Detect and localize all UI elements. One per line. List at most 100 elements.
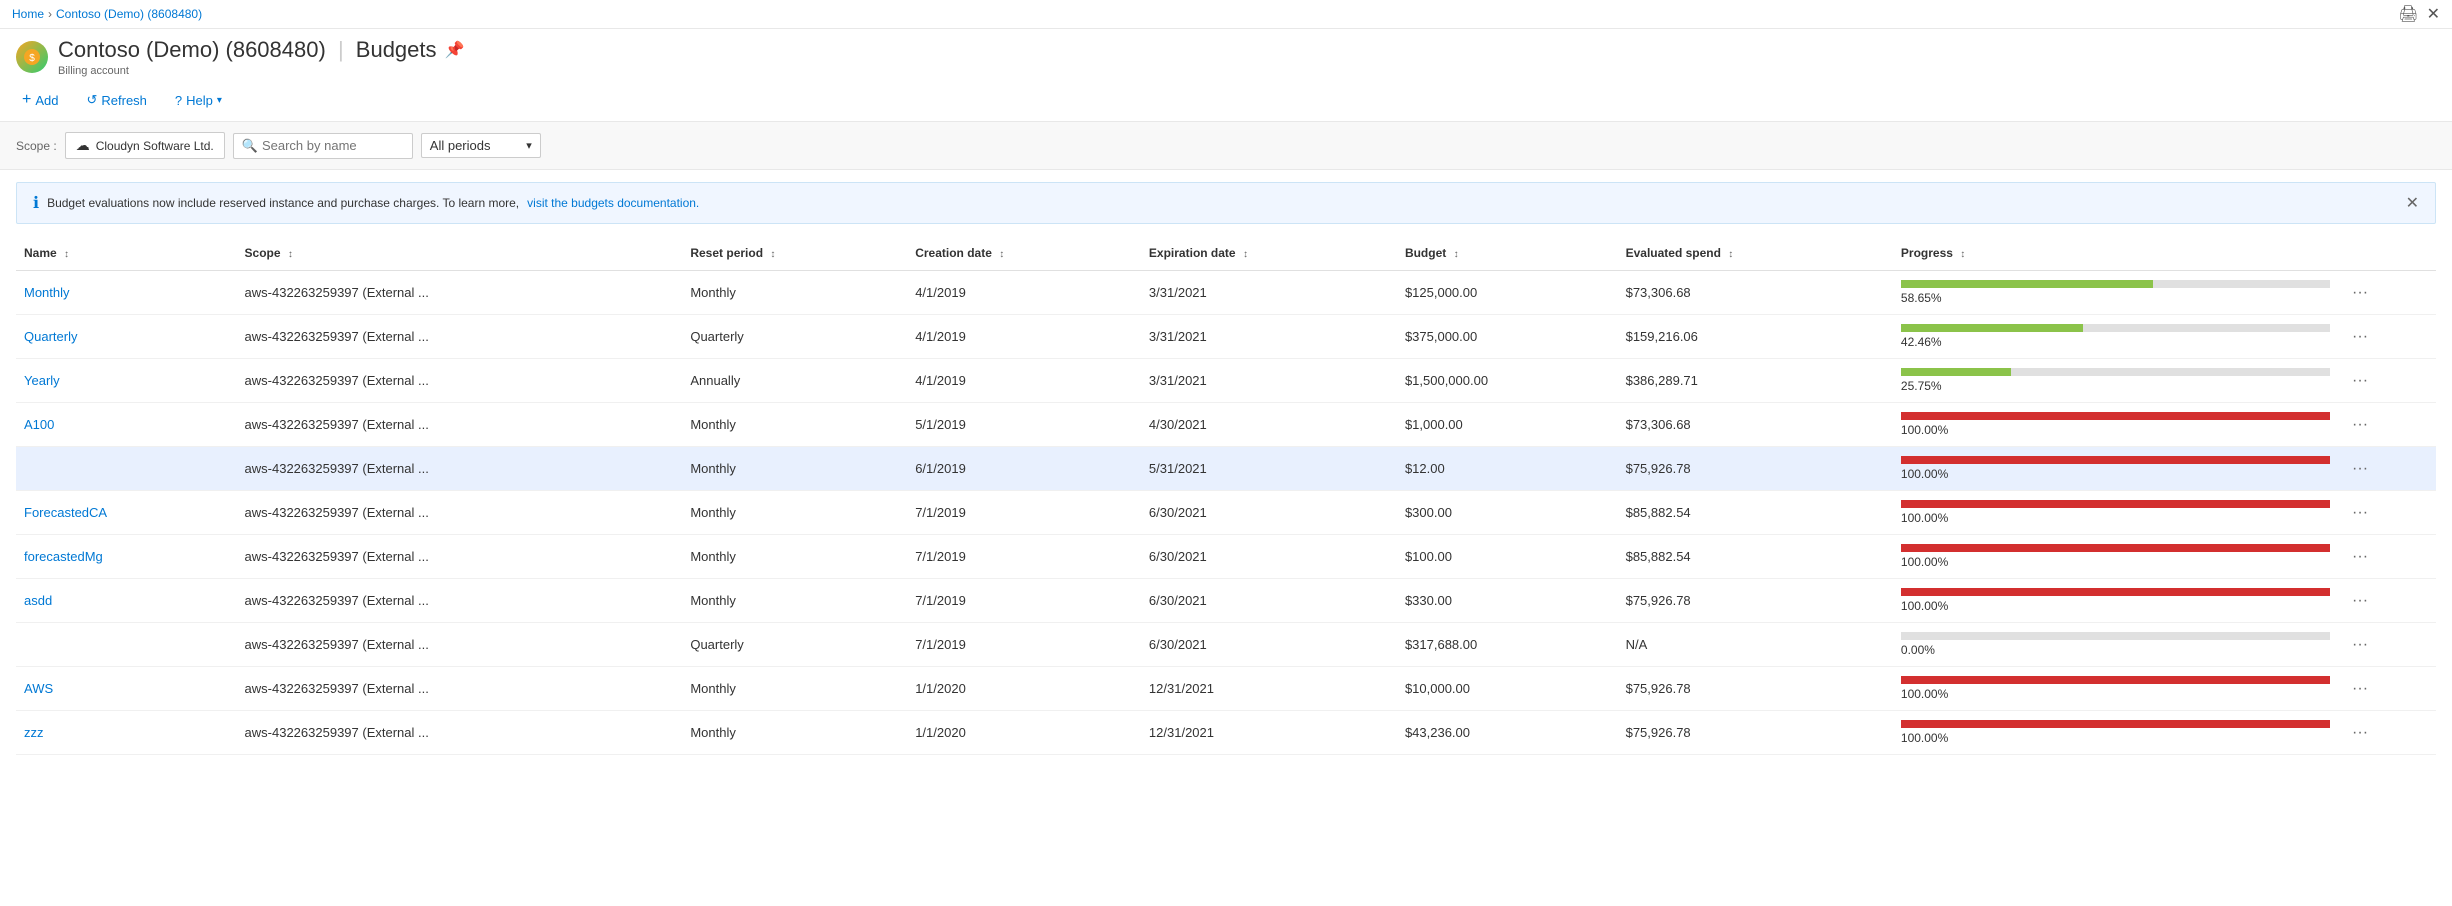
svg-text:$: $: [29, 53, 35, 64]
more-button[interactable]: ···: [2346, 282, 2374, 304]
more-button[interactable]: ···: [2346, 546, 2374, 568]
row-progress: 58.65%: [1893, 271, 2338, 315]
row-name[interactable]: A100: [16, 403, 237, 447]
breadcrumb-separator: ›: [48, 7, 52, 21]
row-creation-date: 1/1/2020: [907, 667, 1141, 711]
row-more-actions[interactable]: ···: [2338, 271, 2436, 315]
add-icon: +: [22, 91, 31, 109]
row-expiration-date: 6/30/2021: [1141, 491, 1397, 535]
info-message: Budget evaluations now include reserved …: [47, 196, 519, 210]
table-row[interactable]: zzz aws-432263259397 (External ... Month…: [16, 711, 2436, 755]
row-more-actions[interactable]: ···: [2338, 711, 2436, 755]
table-row[interactable]: A100 aws-432263259397 (External ... Mont…: [16, 403, 2436, 447]
row-evaluated-spend: $159,216.06: [1618, 315, 1893, 359]
more-button[interactable]: ···: [2346, 590, 2374, 612]
table-row[interactable]: Monthly aws-432263259397 (External ... M…: [16, 271, 2436, 315]
col-scope[interactable]: Scope ↕: [237, 236, 683, 271]
table-row[interactable]: AWS aws-432263259397 (External ... Month…: [16, 667, 2436, 711]
info-link[interactable]: visit the budgets documentation.: [527, 196, 699, 210]
col-evaluated-spend[interactable]: Evaluated spend ↕: [1618, 236, 1893, 271]
table-row[interactable]: Yearly aws-432263259397 (External ... An…: [16, 359, 2436, 403]
row-name: [16, 447, 237, 491]
row-more-actions[interactable]: ···: [2338, 315, 2436, 359]
row-reset-period: Monthly: [682, 403, 907, 447]
table-row[interactable]: aws-432263259397 (External ... Quarterly…: [16, 623, 2436, 667]
row-progress: 100.00%: [1893, 491, 2338, 535]
refresh-button[interactable]: ↺ Refresh: [80, 88, 152, 112]
more-button[interactable]: ···: [2346, 634, 2374, 656]
col-creation-date[interactable]: Creation date ↕: [907, 236, 1141, 271]
row-progress: 0.00%: [1893, 623, 2338, 667]
row-reset-period: Quarterly: [682, 315, 907, 359]
row-progress: 100.00%: [1893, 711, 2338, 755]
row-more-actions[interactable]: ···: [2338, 535, 2436, 579]
row-scope: aws-432263259397 (External ...: [237, 447, 683, 491]
col-progress[interactable]: Progress ↕: [1893, 236, 2338, 271]
table-row[interactable]: ForecastedCA aws-432263259397 (External …: [16, 491, 2436, 535]
row-more-actions[interactable]: ···: [2338, 359, 2436, 403]
row-expiration-date: 6/30/2021: [1141, 623, 1397, 667]
breadcrumb-home[interactable]: Home: [12, 7, 44, 21]
col-reset-period[interactable]: Reset period ↕: [682, 236, 907, 271]
row-name[interactable]: forecastedMg: [16, 535, 237, 579]
scope-value: Cloudyn Software Ltd.: [96, 139, 214, 153]
row-more-actions[interactable]: ···: [2338, 667, 2436, 711]
banner-close-button[interactable]: ✕: [2406, 193, 2419, 213]
row-evaluated-spend: $75,926.78: [1618, 667, 1893, 711]
row-name[interactable]: Yearly: [16, 359, 237, 403]
row-name[interactable]: ForecastedCA: [16, 491, 237, 535]
row-scope: aws-432263259397 (External ...: [237, 711, 683, 755]
add-button[interactable]: + Add: [16, 87, 64, 113]
table-row[interactable]: asdd aws-432263259397 (External ... Mont…: [16, 579, 2436, 623]
more-button[interactable]: ···: [2346, 502, 2374, 524]
row-expiration-date: 3/31/2021: [1141, 315, 1397, 359]
row-expiration-date: 6/30/2021: [1141, 579, 1397, 623]
row-more-actions[interactable]: ···: [2338, 491, 2436, 535]
row-reset-period: Monthly: [682, 579, 907, 623]
row-name[interactable]: zzz: [16, 711, 237, 755]
row-budget: $10,000.00: [1397, 667, 1618, 711]
table-row[interactable]: forecastedMg aws-432263259397 (External …: [16, 535, 2436, 579]
search-input[interactable]: [262, 138, 392, 153]
scope-badge[interactable]: ☁ Cloudyn Software Ltd.: [65, 132, 225, 159]
row-scope: aws-432263259397 (External ...: [237, 579, 683, 623]
row-reset-period: Annually: [682, 359, 907, 403]
help-button[interactable]: ? Help ▾: [169, 89, 228, 112]
more-button[interactable]: ···: [2346, 678, 2374, 700]
row-budget: $100.00: [1397, 535, 1618, 579]
row-name: [16, 623, 237, 667]
print-button[interactable]: 🖨: [2398, 4, 2418, 24]
pin-icon[interactable]: 📌: [445, 40, 465, 60]
more-button[interactable]: ···: [2346, 370, 2374, 392]
row-creation-date: 4/1/2019: [907, 271, 1141, 315]
row-name[interactable]: Monthly: [16, 271, 237, 315]
row-name[interactable]: AWS: [16, 667, 237, 711]
col-budget[interactable]: Budget ↕: [1397, 236, 1618, 271]
row-progress: 100.00%: [1893, 447, 2338, 491]
row-more-actions[interactable]: ···: [2338, 579, 2436, 623]
search-box[interactable]: 🔍: [233, 133, 413, 159]
row-budget: $317,688.00: [1397, 623, 1618, 667]
period-select[interactable]: All periods ▾: [421, 133, 541, 158]
more-button[interactable]: ···: [2346, 722, 2374, 744]
row-name[interactable]: Quarterly: [16, 315, 237, 359]
row-more-actions[interactable]: ···: [2338, 447, 2436, 491]
row-progress: 100.00%: [1893, 403, 2338, 447]
more-button[interactable]: ···: [2346, 458, 2374, 480]
row-reset-period: Quarterly: [682, 623, 907, 667]
more-button[interactable]: ···: [2346, 326, 2374, 348]
row-reset-period: Monthly: [682, 447, 907, 491]
more-button[interactable]: ···: [2346, 414, 2374, 436]
row-name[interactable]: asdd: [16, 579, 237, 623]
row-progress: 100.00%: [1893, 667, 2338, 711]
close-button[interactable]: ✕: [2427, 4, 2440, 24]
row-budget: $375,000.00: [1397, 315, 1618, 359]
table-row[interactable]: Quarterly aws-432263259397 (External ...…: [16, 315, 2436, 359]
col-expiration-date[interactable]: Expiration date ↕: [1141, 236, 1397, 271]
row-more-actions[interactable]: ···: [2338, 623, 2436, 667]
row-more-actions[interactable]: ···: [2338, 403, 2436, 447]
row-budget: $125,000.00: [1397, 271, 1618, 315]
col-name[interactable]: Name ↕: [16, 236, 237, 271]
table-row[interactable]: aws-432263259397 (External ... Monthly 6…: [16, 447, 2436, 491]
row-creation-date: 7/1/2019: [907, 579, 1141, 623]
